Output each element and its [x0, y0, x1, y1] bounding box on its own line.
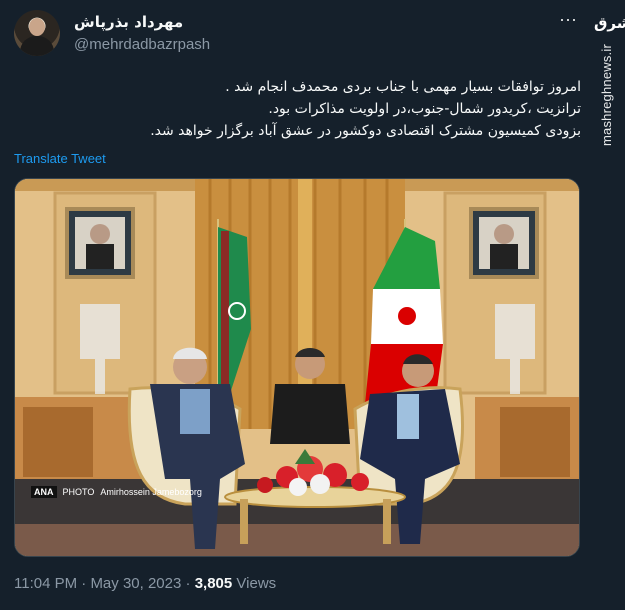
watermark: مشرق mashreghnews.ir [594, 14, 625, 214]
author-display-name[interactable]: مهرداد بذرپاش [74, 13, 183, 31]
avatar-body [20, 36, 54, 56]
mashregh-logo-icon: مشرق [594, 14, 625, 32]
author-avatar[interactable] [14, 10, 60, 56]
avatar-face [29, 18, 45, 36]
tweet-photo[interactable]: ANA PHOTO Amirhossein Jamebozorg [14, 178, 580, 557]
more-options-icon[interactable]: ··· [556, 10, 580, 32]
tweet-time[interactable]: 11:04 PM [14, 575, 77, 592]
tweet-meta: 11:04 PM · May 30, 2023 · 3,805 Views [14, 575, 276, 592]
photo-credit-badge-sub: PHOTO [62, 487, 95, 497]
tweet-date[interactable]: May 30, 2023 [90, 575, 181, 592]
author-handle[interactable]: @mehrdadbazrpash [74, 36, 210, 53]
translate-tweet-link[interactable]: Translate Tweet [14, 151, 106, 166]
photo-scene [15, 179, 579, 556]
photo-credit: ANA PHOTO Amirhossein Jamebozorg [31, 486, 202, 498]
views-count: 3,805 [194, 575, 233, 592]
tweet-line: ترانزیت ،کریدور شمال-جنوب،در اولویت مذاک… [268, 101, 581, 117]
person-middle [270, 384, 350, 444]
meta-separator: · [185, 575, 191, 592]
watermark-site: mashreghnews.ir [599, 44, 614, 146]
tweet-text: امروز توافقات بسیار مهمی با جناب بردی مح… [21, 76, 581, 142]
photo-credit-badge: ANA [31, 486, 57, 498]
tweet-line: بزودی کمیسیون مشترک اقتصادی دوکشور در عش… [150, 123, 581, 139]
views-label: Views [236, 575, 277, 592]
tweet-line: امروز توافقات بسیار مهمی با جناب بردی مح… [225, 79, 581, 95]
meta-separator: · [81, 575, 87, 592]
photo-credit-name: Amirhossein Jamebozorg [100, 487, 202, 497]
